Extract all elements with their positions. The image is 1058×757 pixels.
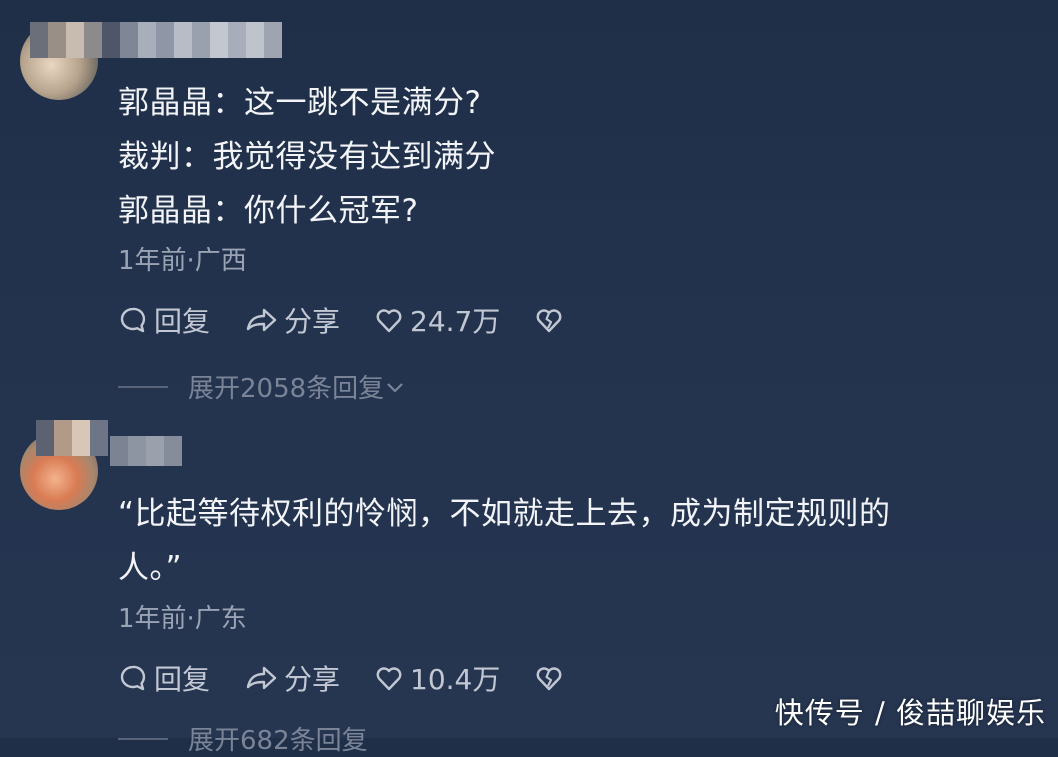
reply-button[interactable]: 回复 <box>118 658 210 698</box>
comment-line: 郭晶晶：这一跳不是满分? <box>118 85 482 121</box>
dislike-button[interactable] <box>534 305 570 335</box>
comment-line: 裁判：我觉得没有达到满分 <box>118 139 496 175</box>
share-button[interactable]: 分享 <box>244 658 340 698</box>
share-icon <box>246 308 277 332</box>
reply-label: 回复 <box>154 305 211 338</box>
share-label: 分享 <box>284 305 341 338</box>
comment-icon <box>120 665 146 691</box>
username-redacted-2 <box>110 436 182 466</box>
expand-replies[interactable]: 展开682条回复 <box>118 720 368 757</box>
expand-replies[interactable]: 展开2058条回复 <box>118 368 406 405</box>
reply-label: 回复 <box>154 663 211 696</box>
action-bar: 回复 分享 10.4万 <box>118 658 604 698</box>
comment-text: “比起等待权利的怜悯，不如就走上去，成为制定规则的 人。” <box>118 487 891 595</box>
comment-meta: 1年前·广东 <box>118 604 247 634</box>
expand-label: 展开682条回复 <box>188 726 368 756</box>
comment-icon <box>120 307 146 333</box>
heart-icon <box>376 667 402 691</box>
dislike-button[interactable] <box>534 663 570 693</box>
divider-line <box>118 385 168 388</box>
watermark: 快传号 / 俊喆聊娱乐 <box>774 696 1046 730</box>
comment-meta: 1年前·广西 <box>118 246 247 276</box>
like-count: 10.4万 <box>410 663 501 696</box>
reply-button[interactable]: 回复 <box>118 300 210 340</box>
like-count: 24.7万 <box>410 305 501 338</box>
share-label: 分享 <box>284 663 341 696</box>
username-redacted <box>36 420 108 456</box>
comment-text: 郭晶晶：这一跳不是满分? 裁判：我觉得没有达到满分 郭晶晶：你什么冠军? <box>118 76 496 238</box>
chevron-down-icon <box>387 382 403 393</box>
action-bar: 回复 分享 24.7万 <box>118 300 604 340</box>
broken-heart-icon <box>536 667 562 691</box>
comment-line: 人。” <box>118 550 183 586</box>
comment-line: 郭晶晶：你什么冠军? <box>118 193 419 229</box>
username-redacted <box>30 22 282 58</box>
like-button[interactable]: 24.7万 <box>374 300 500 340</box>
broken-heart-icon <box>536 309 562 333</box>
like-button[interactable]: 10.4万 <box>374 658 500 698</box>
share-icon <box>246 666 277 690</box>
heart-icon <box>376 309 402 333</box>
comment-line: “比起等待权利的怜悯，不如就走上去，成为制定规则的 <box>118 496 891 532</box>
share-button[interactable]: 分享 <box>244 300 340 340</box>
expand-label: 展开2058条回复 <box>188 374 385 404</box>
